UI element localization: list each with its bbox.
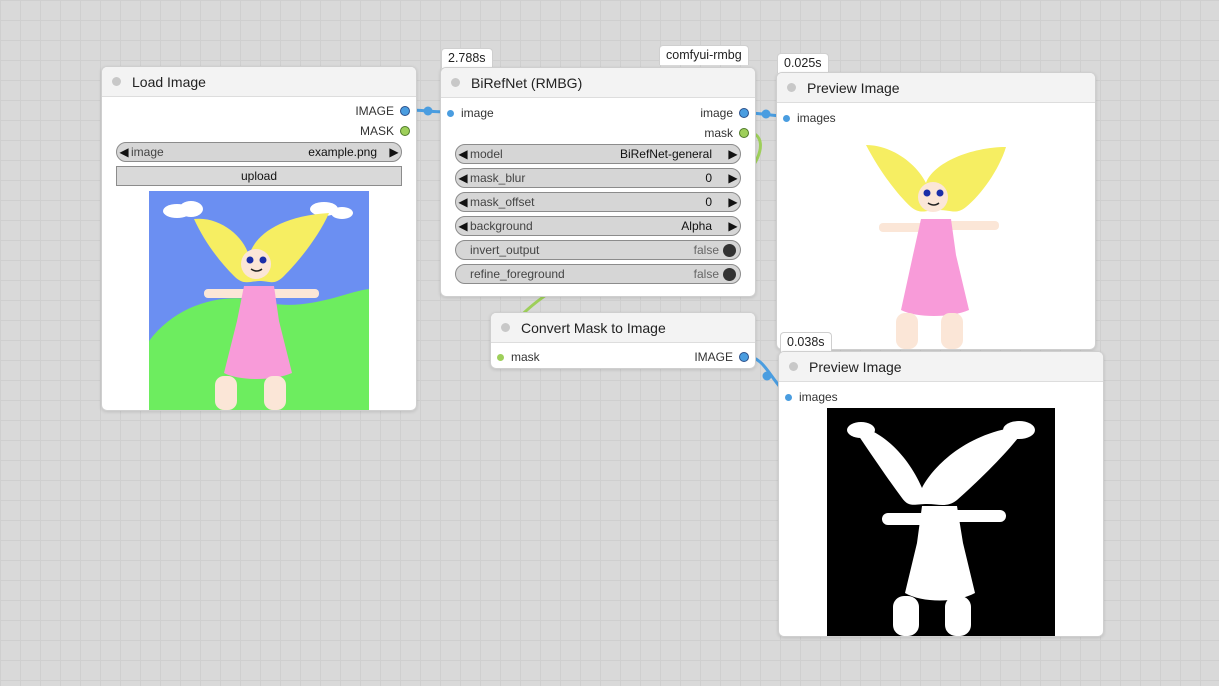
convert-mask-to-image-node[interactable]: Convert Mask to Image mask IMAGE (490, 312, 756, 369)
link-midpoint (761, 109, 771, 119)
input-label: images (799, 390, 838, 404)
node-title-bar[interactable]: Load Image (102, 67, 416, 97)
widget-label: invert_output (470, 243, 540, 257)
widget-label: mask_offset (470, 195, 535, 209)
input-label: mask (511, 350, 540, 364)
toggle-off-icon[interactable] (723, 243, 736, 257)
output-slot-mask[interactable]: MASK (360, 124, 410, 138)
input-slot-mask[interactable]: mask (497, 350, 540, 364)
widget-value: false (693, 267, 719, 281)
right-arrow-icon[interactable]: ▶ (726, 147, 740, 161)
execution-time-badge: 0.025s (777, 53, 829, 73)
input-slot-images[interactable]: images (785, 390, 838, 404)
output-slot-image[interactable]: image (700, 106, 749, 120)
node-title-bar[interactable]: Convert Mask to Image (491, 313, 755, 343)
refine-foreground-toggle[interactable]: refine_foreground false (455, 264, 741, 284)
input-dot-icon[interactable] (785, 393, 792, 401)
widget-label: refine_foreground (470, 267, 565, 281)
input-dot-icon[interactable] (783, 114, 790, 122)
load-image-node[interactable]: Load Image IMAGE MASK ◀ image example.pn… (101, 66, 417, 411)
input-dot-icon[interactable] (447, 109, 454, 117)
invert-output-toggle[interactable]: invert_output false (455, 240, 741, 260)
right-arrow-icon[interactable]: ▶ (726, 171, 740, 185)
collapse-dot-icon[interactable] (112, 77, 121, 86)
node-title: Preview Image (809, 358, 902, 375)
widget-value: BiRefNet-general (619, 147, 712, 161)
input-label: image (461, 106, 494, 120)
background-combo-widget[interactable]: ◀ background Alpha ▶ (455, 216, 741, 236)
loaded-image-thumbnail (149, 191, 369, 410)
widget-value: Alpha (681, 219, 712, 233)
right-arrow-icon[interactable]: ▶ (726, 219, 740, 233)
node-title-bar[interactable]: BiRefNet (RMBG) (441, 68, 755, 98)
node-title: Preview Image (807, 79, 900, 96)
input-dot-icon[interactable] (497, 353, 504, 361)
left-arrow-icon[interactable]: ◀ (456, 171, 470, 185)
output-slot-image[interactable]: IMAGE (355, 104, 410, 118)
preview-image-node-1[interactable]: Preview Image images (776, 72, 1096, 350)
widget-value: 0 (705, 171, 712, 185)
widget-label: model (470, 147, 503, 161)
widget-label: background (470, 219, 533, 233)
output-label: MASK (359, 124, 394, 138)
preview-image-cutout (841, 135, 1041, 349)
node-title-bar[interactable]: Preview Image (779, 352, 1103, 382)
output-dot-icon[interactable] (400, 106, 410, 116)
output-label: image (700, 106, 733, 120)
output-dot-icon[interactable] (739, 108, 749, 118)
model-combo-widget[interactable]: ◀ model BiRefNet-general ▶ (455, 144, 741, 164)
execution-time-badge: 2.788s (441, 48, 493, 68)
upload-label: upload (240, 169, 278, 183)
collapse-dot-icon[interactable] (451, 78, 460, 87)
collapse-dot-icon[interactable] (501, 323, 510, 332)
link-midpoint (423, 106, 433, 116)
upload-button[interactable]: upload (116, 166, 402, 186)
node-title: Convert Mask to Image (521, 319, 666, 336)
widget-value: example.png (308, 145, 377, 159)
left-arrow-icon[interactable]: ◀ (456, 219, 470, 233)
widget-label: image (131, 145, 164, 159)
left-arrow-icon[interactable]: ◀ (456, 147, 470, 161)
right-arrow-icon[interactable]: ▶ (726, 195, 740, 209)
right-arrow-icon[interactable]: ▶ (387, 145, 401, 159)
input-label: images (797, 111, 836, 125)
collapse-dot-icon[interactable] (789, 362, 798, 371)
input-slot-image[interactable]: image (447, 106, 494, 120)
output-label: IMAGE (355, 104, 394, 118)
collapse-dot-icon[interactable] (787, 83, 796, 92)
node-pack-badge: comfyui-rmbg (659, 45, 749, 65)
node-title-bar[interactable]: Preview Image (777, 73, 1095, 103)
widget-label: mask_blur (470, 171, 526, 185)
widget-value: 0 (705, 195, 712, 209)
left-arrow-icon[interactable]: ◀ (456, 195, 470, 209)
mask-blur-number-widget[interactable]: ◀ mask_blur 0 ▶ (455, 168, 741, 188)
output-label: IMAGE (694, 350, 733, 364)
output-dot-icon[interactable] (739, 128, 749, 138)
mask-offset-number-widget[interactable]: ◀ mask_offset 0 ▶ (455, 192, 741, 212)
output-slot-mask[interactable]: mask (704, 126, 749, 140)
birefnet-node[interactable]: BiRefNet (RMBG) image image mask ◀ model… (440, 67, 756, 297)
output-label: mask (704, 126, 733, 140)
toggle-off-icon[interactable] (723, 267, 736, 281)
widget-value: false (693, 243, 719, 257)
output-dot-icon[interactable] (739, 352, 749, 362)
node-title: BiRefNet (RMBG) (471, 74, 583, 91)
preview-mask-image (827, 408, 1055, 636)
execution-time-badge: 0.038s (780, 332, 832, 352)
output-dot-icon[interactable] (400, 126, 410, 136)
link-midpoint (762, 371, 772, 381)
image-combo-widget[interactable]: ◀ image example.png ▶ (116, 142, 402, 162)
node-title: Load Image (132, 73, 206, 90)
input-slot-images[interactable]: images (783, 111, 836, 125)
output-slot-image[interactable]: IMAGE (694, 350, 749, 364)
left-arrow-icon[interactable]: ◀ (117, 145, 131, 159)
preview-image-node-2[interactable]: Preview Image images (778, 351, 1104, 637)
